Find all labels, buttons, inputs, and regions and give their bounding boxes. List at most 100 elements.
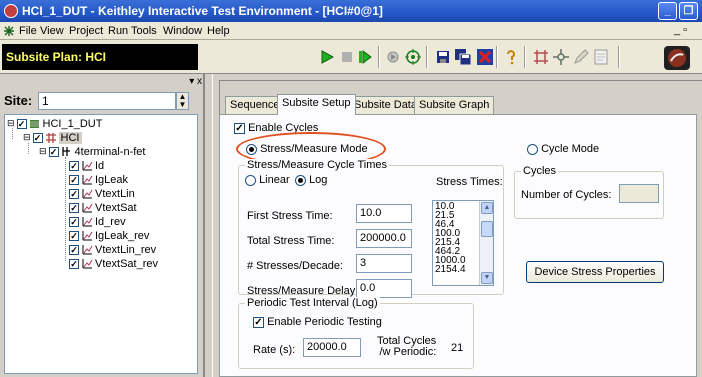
cycles-group-title: Cycles	[521, 165, 559, 177]
checkbox-box[interactable]: ✓	[253, 316, 264, 328]
save-icon[interactable]	[434, 48, 452, 66]
checkbox-box[interactable]: ✓	[234, 122, 245, 134]
tree-item-test[interactable]: ✓ VtextSat_rev	[69, 257, 158, 270]
radio-dot[interactable]	[245, 174, 256, 186]
properties-icon[interactable]	[592, 48, 610, 66]
toolbar: Subsite Plan: HCI	[0, 40, 702, 74]
log-radio[interactable]: Log	[295, 174, 327, 186]
tree-checkbox[interactable]: ✓	[69, 174, 79, 185]
help-icon[interactable]	[502, 48, 520, 66]
device-stress-properties-button[interactable]: Device Stress Properties	[526, 261, 664, 283]
scroll-down-icon[interactable]: ▼	[481, 272, 493, 284]
tree-item-project[interactable]: ⊟ ✓ HCI_1_DUT	[7, 117, 102, 130]
radio-dot[interactable]	[295, 174, 306, 186]
tree-checkbox[interactable]: ✓	[16, 118, 27, 129]
minimize-button[interactable]: _	[658, 2, 677, 20]
tree-checkbox[interactable]: ✓	[69, 188, 79, 199]
stresses-per-decade-input[interactable]: 3	[356, 254, 412, 273]
tree-label: IgLeak_rev	[95, 229, 150, 242]
radio-dot[interactable]	[527, 143, 538, 155]
tab-subsite-setup[interactable]: Subsite Setup	[277, 94, 356, 115]
tree-item-subsite[interactable]: ⊟ ✓ HCI	[23, 131, 82, 144]
tree-checkbox[interactable]: ✓	[69, 160, 79, 171]
linear-label: Linear	[259, 174, 290, 186]
connect-icon[interactable]	[552, 48, 570, 66]
number-of-cycles-input[interactable]	[619, 184, 659, 203]
collapse-icon[interactable]: ⊟	[7, 118, 15, 129]
stress-times-list[interactable]: 10.0 21.5 46.4 100.0 215.4 464.2 1000.0 …	[432, 200, 494, 286]
tree-checkbox[interactable]: ✓	[69, 244, 79, 255]
tree-item-test[interactable]: ✓ IgLeak	[69, 173, 128, 186]
tab-sequence[interactable]: Sequence	[225, 96, 285, 114]
subsite-plan-pane: Sequence Subsite Setup Subsite Data Subs…	[212, 74, 702, 377]
site-input[interactable]: 1	[38, 92, 176, 110]
toolbar-separator	[378, 46, 380, 68]
save-all-icon[interactable]	[454, 48, 472, 66]
title-bar[interactable]: HCI_1_DUT - Keithley Interactive Test En…	[0, 0, 702, 22]
tree-item-test[interactable]: ✓ VtextSat	[69, 201, 137, 214]
tree-checkbox[interactable]: ✓	[48, 146, 59, 157]
tree-item-test[interactable]: ✓ IgLeak_rev	[69, 229, 149, 242]
keithley-icon[interactable]	[3, 25, 15, 37]
stress-times-label: Stress Times:	[436, 176, 503, 188]
edit-icon[interactable]	[572, 48, 590, 66]
run-icon[interactable]	[318, 48, 336, 66]
linear-radio[interactable]: Linear	[245, 174, 290, 186]
stress-measure-mode-radio[interactable]: Stress/Measure Mode	[246, 143, 368, 155]
stress-measure-delay-label: Stress/Measure Delay:	[247, 285, 359, 297]
menu-run[interactable]: Run	[108, 25, 128, 37]
tree-checkbox[interactable]: ✓	[69, 230, 79, 241]
scroll-thumb[interactable]	[481, 221, 493, 237]
rate-input[interactable]: 20000.0	[303, 338, 361, 357]
total-stress-time-input[interactable]: 200000.0	[356, 229, 412, 248]
menu-file[interactable]: File	[19, 25, 37, 37]
tree-label: 4terminal-n-fet	[74, 145, 146, 158]
restore-button[interactable]: ❐	[679, 2, 698, 20]
toolbar-separator	[426, 46, 428, 68]
stress-measure-delay-input[interactable]: 0.0	[356, 279, 412, 298]
total-stress-time-label: Total Stress Time:	[247, 235, 335, 247]
cycle-mode-radio[interactable]: Cycle Mode	[527, 143, 599, 155]
tree-checkbox[interactable]: ✓	[32, 132, 43, 143]
stop-icon[interactable]	[338, 48, 356, 66]
tree-label: HCI	[58, 131, 82, 144]
menu-help[interactable]: Help	[207, 25, 230, 37]
collapse-icon[interactable]: ⊟	[39, 146, 47, 157]
menu-view[interactable]: View	[40, 25, 64, 37]
tree-checkbox[interactable]: ✓	[69, 202, 79, 213]
tree-item-test[interactable]: ✓ Id	[69, 159, 104, 172]
subsite-setup-panel: ✓ Enable Cycles Stress/Measure Mode Cycl…	[219, 114, 697, 377]
radio-dot[interactable]	[246, 143, 257, 155]
site-spinner[interactable]: ▲ ▼	[176, 92, 189, 110]
mdi-controls[interactable]: _ ▫	[674, 24, 687, 36]
collapse-icon[interactable]: ⊟	[23, 132, 31, 143]
tree-item-test[interactable]: ✓ VtextLin	[69, 187, 135, 200]
tab-subsite-graph[interactable]: Subsite Graph	[414, 96, 495, 114]
scroll-up-icon[interactable]: ▲	[481, 202, 493, 214]
cycles-group: Cycles Number of Cycles:	[514, 165, 664, 219]
append-run-icon[interactable]	[384, 48, 402, 66]
target-icon[interactable]	[404, 48, 422, 66]
delete-icon[interactable]	[476, 48, 494, 66]
monitor-icon[interactable]	[662, 44, 692, 72]
tree-item-test[interactable]: ✓ VtextLin_rev	[69, 243, 156, 256]
menu-project[interactable]: Project	[69, 25, 103, 37]
tree-checkbox[interactable]: ✓	[69, 216, 79, 227]
test-icon	[81, 244, 93, 255]
tab-subsite-data[interactable]: Subsite Data	[349, 96, 422, 114]
pane-controls[interactable]: ▾ x	[172, 76, 202, 88]
tree-checkbox[interactable]: ✓	[69, 258, 79, 269]
menu-window[interactable]: Window	[163, 25, 202, 37]
menu-tools[interactable]: Tools	[131, 25, 157, 37]
first-stress-time-input[interactable]: 10.0	[356, 204, 412, 223]
project-icon	[29, 118, 41, 129]
tree-label: Id_rev	[95, 215, 126, 228]
enable-periodic-testing-checkbox[interactable]: ✓ Enable Periodic Testing	[253, 316, 382, 328]
tree-item-test[interactable]: ✓ Id_rev	[69, 215, 126, 228]
tree-item-device[interactable]: ⊟ ✓ 4terminal-n-fet	[39, 145, 145, 158]
total-cycles-value: 21	[451, 342, 464, 354]
step-run-icon[interactable]	[356, 48, 374, 66]
stresses-per-decade-label: # Stresses/Decade:	[247, 260, 343, 272]
stress-times-scrollbar[interactable]: ▲ ▼	[479, 201, 493, 285]
hierarchy-icon[interactable]	[532, 48, 550, 66]
